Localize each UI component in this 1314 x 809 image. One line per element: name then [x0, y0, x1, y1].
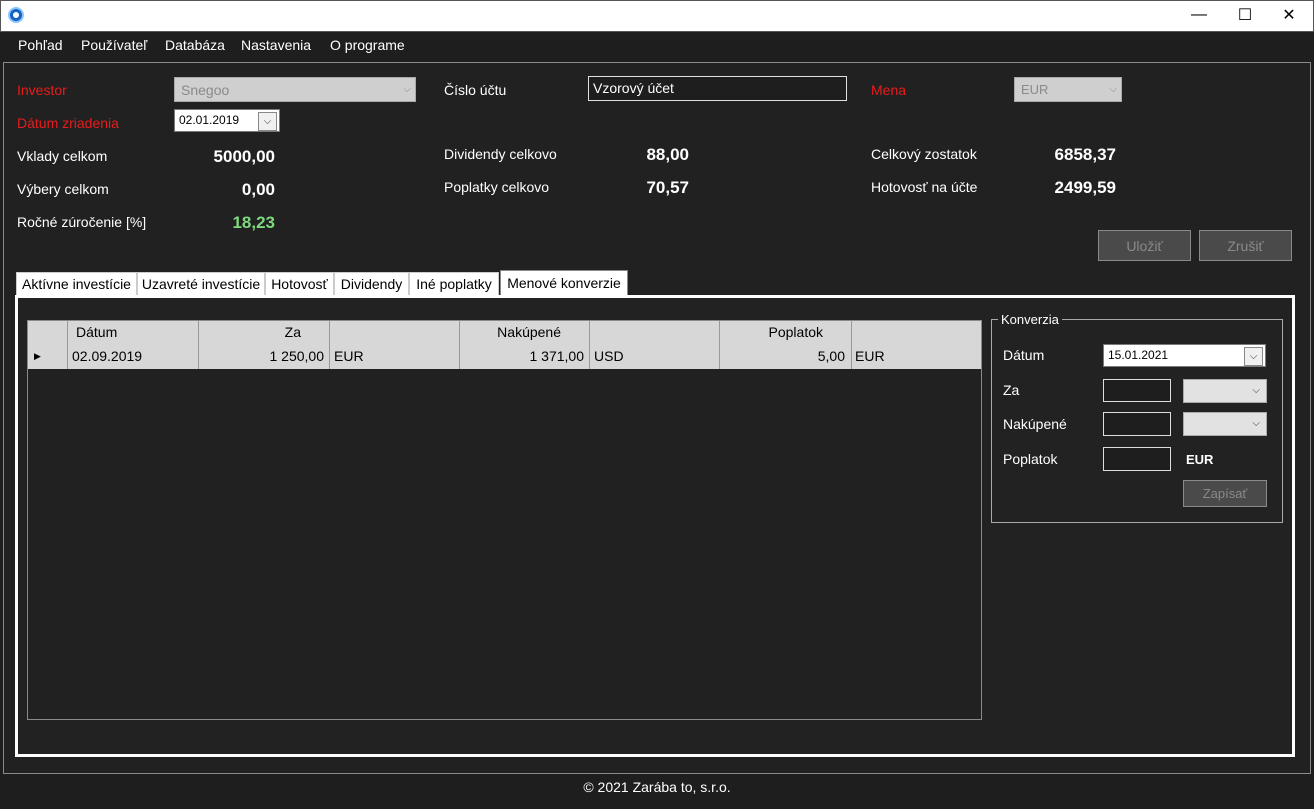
cash-value: 2499,59	[1054, 178, 1116, 197]
chevron-down-icon: ⌵	[1109, 84, 1117, 95]
app-logo-icon	[8, 7, 24, 23]
currency-value: EUR	[1021, 82, 1049, 97]
dividends-label: Dividendy celkovo	[444, 146, 557, 162]
deposits-label: Vklady celkom	[17, 148, 108, 164]
conversion-date-picker[interactable]: 15.01.2021 ⌵	[1103, 344, 1266, 367]
cell-paid-currency[interactable]: EUR	[330, 343, 460, 369]
conversion-bought-label: Nakúpené	[1003, 416, 1067, 432]
column-header-bought-currency[interactable]	[590, 321, 720, 343]
cell-bought[interactable]: 1 371,00	[460, 343, 590, 369]
conversion-fee-currency: EUR	[1186, 452, 1214, 467]
investor-label: Investor	[17, 82, 67, 98]
menu-settings[interactable]: Nastavenia	[241, 37, 311, 53]
column-header-bought[interactable]: Nakúpené	[460, 321, 590, 343]
menu-about[interactable]: O programe	[330, 37, 405, 53]
currency-combo[interactable]: EUR ⌵	[1014, 77, 1122, 102]
tab-currency-conversions[interactable]: Menové konverzie	[500, 270, 628, 296]
cash-label: Hotovosť na účte	[871, 179, 978, 195]
withdrawals-value: 0,00	[241, 180, 275, 199]
column-header-fee[interactable]: Poplatok	[720, 321, 852, 343]
currency-label: Mena	[871, 82, 907, 98]
annual-interest-label: Ročné zúročenie [%]	[17, 214, 147, 230]
footer-copyright: © 2021 Zarába to, s.r.o.	[583, 779, 731, 795]
submit-conversion-button[interactable]: Zapísať	[1183, 480, 1267, 507]
tab-other-fees[interactable]: Iné poplatky	[409, 272, 499, 296]
title-bar	[0, 0, 1314, 32]
conversions-table[interactable]	[27, 320, 982, 720]
conversion-paid-currency-combo[interactable]: ⌵	[1183, 379, 1267, 403]
menu-view[interactable]: Pohľad	[18, 37, 63, 53]
close-button[interactable]: ✕	[1266, 0, 1312, 30]
account-label: Číslo účtu	[444, 82, 507, 98]
tab-dividends[interactable]: Dividendy	[334, 272, 409, 296]
created-date-value: 02.01.2019	[179, 113, 240, 127]
conversion-date-label: Dátum	[1003, 347, 1045, 363]
column-header-paid[interactable]: Za	[199, 321, 330, 343]
minimize-button[interactable]: —	[1176, 0, 1222, 30]
investor-value: Snegoo	[181, 82, 230, 98]
account-input[interactable]: Vzorový účet	[588, 76, 847, 101]
conversion-bought-input[interactable]	[1103, 412, 1171, 436]
chevron-down-icon: ⌵	[1252, 418, 1260, 429]
maximize-button[interactable]: ☐	[1222, 0, 1268, 30]
cell-paid[interactable]: 1 250,00	[199, 343, 330, 369]
conversion-paid-label: Za	[1003, 382, 1020, 398]
conversion-date-value: 15.01.2021	[1108, 348, 1169, 362]
conversion-fee-label: Poplatok	[1003, 451, 1058, 467]
cell-date[interactable]: 02.09.2019	[68, 343, 199, 369]
chevron-down-icon: ⌵	[403, 84, 411, 95]
window-title: Snegoo	[30, 8, 75, 23]
created-date-label: Dátum zriadenia	[17, 115, 119, 131]
withdrawals-label: Výbery celkom	[17, 181, 109, 197]
column-header-fee-currency[interactable]	[852, 321, 981, 343]
tab-active-investments[interactable]: Aktívne investície	[16, 272, 137, 296]
conversion-fee-input[interactable]	[1103, 447, 1171, 471]
dividends-value: 88,00	[646, 145, 689, 164]
created-date-picker[interactable]: 02.01.2019 ⌵	[174, 109, 280, 132]
cell-fee-currency[interactable]: EUR	[852, 343, 981, 369]
chevron-down-icon: ⌵	[1252, 385, 1260, 396]
tab-cash[interactable]: Hotovosť	[265, 272, 334, 296]
investor-combo[interactable]: Snegoo ⌵	[174, 77, 416, 102]
deposits-value: 5000,00	[213, 147, 275, 166]
column-header-paid-currency[interactable]	[330, 321, 460, 343]
fees-label: Poplatky celkovo	[444, 179, 550, 195]
cancel-button[interactable]: Zrušiť	[1199, 230, 1292, 261]
balance-label: Celkový zostatok	[871, 146, 977, 162]
calendar-dropdown-icon[interactable]: ⌵	[258, 112, 277, 131]
save-button[interactable]: Uložiť	[1098, 230, 1191, 261]
menu-database[interactable]: Databáza	[165, 37, 225, 53]
row-selector-icon[interactable]: ▶	[28, 343, 68, 369]
cell-bought-currency[interactable]: USD	[590, 343, 720, 369]
column-header-date[interactable]: Dátum	[68, 321, 199, 343]
tab-closed-investments[interactable]: Uzavreté investície	[137, 272, 265, 296]
menu-user[interactable]: Používateľ	[81, 37, 147, 53]
calendar-dropdown-icon[interactable]: ⌵	[1244, 347, 1263, 366]
cell-fee[interactable]: 5,00	[720, 343, 852, 369]
conversion-bought-currency-combo[interactable]: ⌵	[1183, 412, 1267, 436]
balance-value: 6858,37	[1054, 145, 1116, 164]
annual-interest-value: 18,23	[232, 213, 275, 232]
conversion-group-title: Konverzia	[998, 312, 1062, 327]
fees-value: 70,57	[646, 178, 689, 197]
conversion-paid-input[interactable]	[1103, 379, 1171, 402]
table-row-header-corner	[28, 321, 68, 343]
